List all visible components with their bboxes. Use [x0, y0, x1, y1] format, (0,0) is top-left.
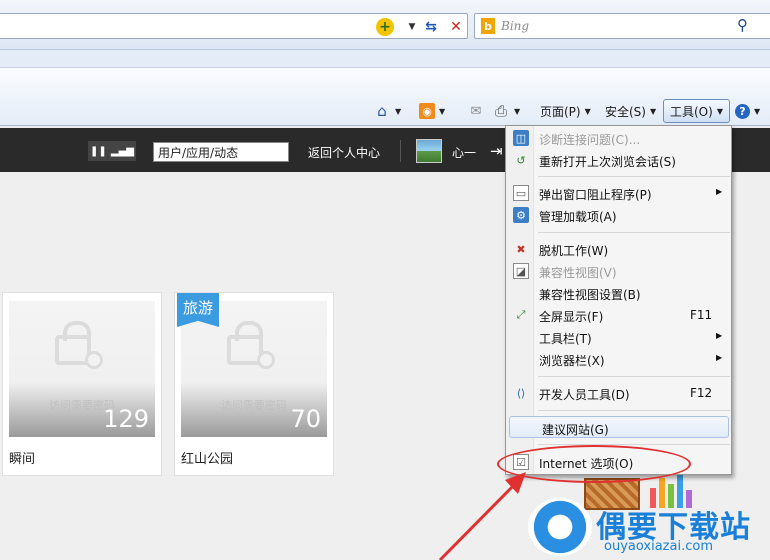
menu-item-label: 开发人员工具(D): [539, 388, 630, 402]
menu-item-compat-settings[interactable]: 兼容性视图设置(B): [507, 282, 731, 304]
menu-item-reopen-session[interactable]: ↺ 重新打开上次浏览会话(S): [507, 149, 731, 171]
chevron-down-icon[interactable]: ▼: [439, 107, 445, 116]
menu-item-shortcut: F11: [690, 308, 713, 322]
menu-item-work-offline[interactable]: ✖ 脱机工作(W): [507, 238, 731, 260]
annotation-oval: [497, 445, 691, 483]
submenu-arrow-icon: ▶: [716, 353, 723, 362]
menu-separator: [538, 376, 730, 377]
menu-item-label: 浏览器栏(X): [539, 354, 605, 368]
photo-count: 70: [290, 405, 321, 433]
logout-icon[interactable]: ⇥: [490, 142, 503, 160]
chevron-down-icon[interactable]: ▼: [395, 107, 401, 116]
album-card[interactable]: 访问需要密码 70 旅游 红山公园: [174, 292, 334, 476]
menu-item-diagnose[interactable]: ◫ 诊断连接问题(C)...: [507, 127, 731, 149]
command-bar: ⌂ ▼ ◉ ▼ ✉ ⎙ ▼ 页面(P) ▼ 安全(S) ▼ 工具(O) ▼ ? ▼: [0, 68, 770, 126]
menu-item-label: 兼容性视图(V): [539, 266, 617, 280]
tools-dropdown-menu: ◫ 诊断连接问题(C)... ↺ 重新打开上次浏览会话(S) ▭ 弹出窗口阻止程…: [505, 125, 732, 475]
album-card[interactable]: 访问需要密码 129 瞬间: [2, 292, 162, 476]
view-toggle[interactable]: ❚❚ ▂▄▆: [88, 141, 136, 161]
menu-item-developer-tools[interactable]: ⟨⟩ 开发人员工具(D) F12: [507, 382, 731, 404]
refresh-icon[interactable]: ⇆: [422, 18, 440, 36]
menu-item-manage-addons[interactable]: ⚙ 管理加载项(A): [507, 204, 731, 226]
menu-item-suggested-sites[interactable]: 建议网站(G): [509, 416, 729, 438]
dev-tools-icon: ⟨⟩: [516, 386, 526, 400]
fullscreen-icon: ⤢: [516, 308, 526, 321]
stop-icon[interactable]: ✕: [447, 18, 465, 36]
menu-item-label: 诊断连接问题(C)...: [539, 133, 641, 147]
mail-button[interactable]: ✉: [467, 100, 485, 122]
reopen-icon: ↺: [516, 153, 526, 167]
album-title[interactable]: 红山公园: [181, 448, 233, 467]
safety-menu-button[interactable]: 安全(S) ▼: [605, 100, 656, 122]
search-box[interactable]: b Bing ⚲: [474, 13, 770, 39]
compat-view-icon: ◪: [513, 263, 529, 279]
printer-icon: ⎙: [494, 102, 507, 120]
search-icon[interactable]: ⚲: [737, 16, 748, 34]
offline-icon: ✖: [516, 242, 526, 256]
watermark-logo: [528, 498, 592, 556]
site-search-input[interactable]: 用户/应用/动态: [153, 142, 289, 162]
menu-item-label: 兼容性视图设置(B): [539, 288, 641, 302]
watermark-url: ouyaoxiazai.com: [604, 539, 713, 554]
address-bar: + ▼ ⇆ ✕ b Bing ⚲: [0, 0, 770, 50]
signal-bars-icon[interactable]: ▂▄▆: [111, 146, 134, 157]
help-button[interactable]: ? ▼: [735, 100, 760, 122]
chevron-down-icon: ▼: [716, 106, 723, 116]
tools-menu-button[interactable]: 工具(O) ▼: [663, 99, 730, 123]
menu-separator: [538, 176, 730, 177]
menu-separator: [538, 232, 730, 233]
album-title[interactable]: 瞬间: [9, 448, 35, 467]
chevron-down-icon: ▼: [649, 106, 657, 116]
popup-blocker-icon: ▭: [513, 185, 529, 201]
menu-item-fullscreen[interactable]: ⤢ 全屏显示(F) F11: [507, 304, 731, 326]
menu-item-label: 管理加载项(A): [539, 210, 617, 224]
home-icon: ⌂: [377, 102, 387, 120]
print-button[interactable]: ⎙ ▼: [492, 100, 520, 122]
divider: [400, 140, 401, 162]
menu-item-label: 工具栏(T): [539, 332, 592, 346]
diagnose-icon: ◫: [513, 130, 529, 146]
address-field[interactable]: [0, 13, 468, 39]
menu-item-label: 脱机工作(W): [539, 244, 609, 258]
rss-icon: ◉: [419, 103, 435, 119]
search-placeholder: Bing: [501, 19, 530, 33]
avatar[interactable]: [416, 139, 442, 163]
submenu-arrow-icon: ▶: [716, 331, 723, 340]
menu-item-popup-blocker[interactable]: ▭ 弹出窗口阻止程序(P) ▶: [507, 182, 731, 204]
lock-icon: [55, 321, 103, 369]
address-dropdown-icon[interactable]: ▼: [403, 18, 421, 36]
return-personal-center-link[interactable]: 返回个人中心: [308, 144, 380, 161]
page-menu-button[interactable]: 页面(P) ▼: [540, 100, 591, 122]
menu-item-label: 建议网站(G): [542, 423, 609, 437]
chevron-down-icon[interactable]: ▼: [514, 107, 520, 116]
menu-item-shortcut: F12: [690, 386, 713, 400]
bing-icon: b: [481, 18, 495, 34]
tools-menu-label: 工具(O): [670, 104, 713, 119]
menu-item-label: 重新打开上次浏览会话(S): [539, 155, 676, 169]
mail-icon: ✉: [470, 103, 482, 119]
chevron-down-icon[interactable]: ▼: [754, 107, 760, 116]
addons-icon: ⚙: [513, 207, 529, 223]
submenu-arrow-icon: ▶: [716, 187, 723, 196]
help-icon: ?: [735, 103, 750, 119]
menu-item-compat-view[interactable]: ◪ 兼容性视图(V): [507, 260, 731, 282]
album-cover[interactable]: 访问需要密码 129: [9, 301, 155, 437]
feeds-button[interactable]: ◉ ▼: [419, 100, 445, 122]
menu-item-explorer-bars[interactable]: 浏览器栏(X) ▶: [507, 348, 731, 370]
pause-icon[interactable]: ❚❚: [90, 146, 107, 157]
chevron-down-icon: ▼: [584, 106, 591, 116]
username[interactable]: 心一: [452, 144, 476, 161]
home-button[interactable]: ⌂ ▼: [373, 100, 401, 122]
photo-count: 129: [103, 405, 149, 433]
page-menu-label: 页面(P): [540, 104, 581, 119]
favorites-bar: [0, 50, 770, 68]
compatibility-view-icon[interactable]: +: [376, 18, 394, 36]
menu-item-toolbars[interactable]: 工具栏(T) ▶: [507, 326, 731, 348]
lock-icon: [227, 321, 275, 369]
safety-menu-label: 安全(S): [605, 104, 646, 119]
menu-item-label: 全屏显示(F): [539, 310, 604, 324]
menu-separator: [538, 410, 730, 411]
menu-item-label: 弹出窗口阻止程序(P): [539, 188, 652, 202]
